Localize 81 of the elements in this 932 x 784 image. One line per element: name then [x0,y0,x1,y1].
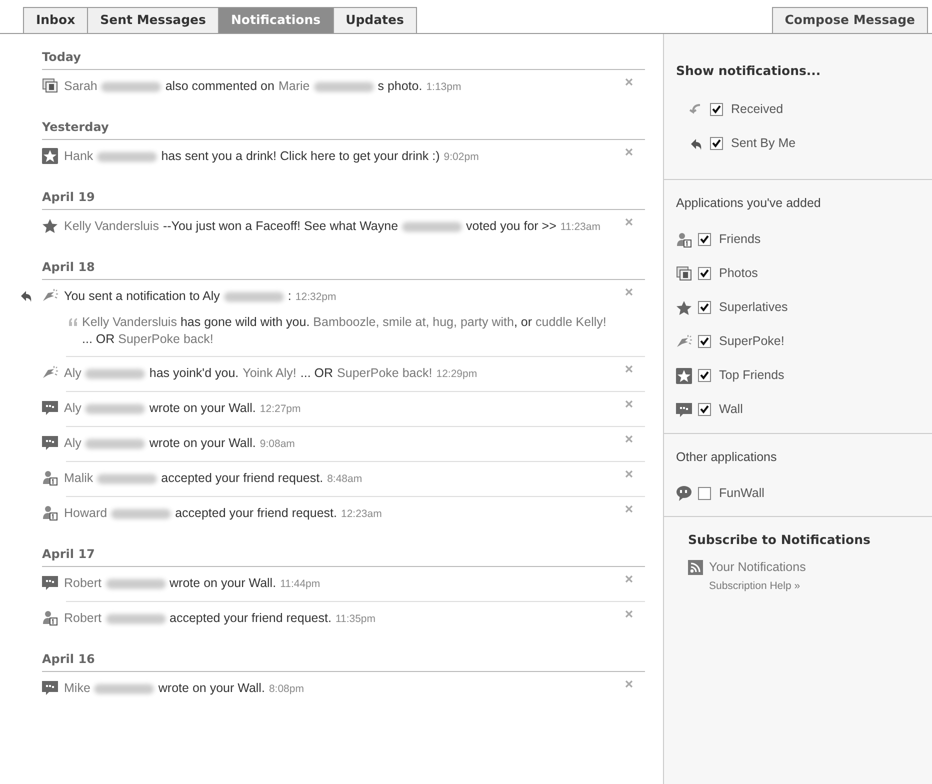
blurred-name [97,152,158,162]
blurred-name [94,684,154,694]
section-heading: Subscribe to Notifications [688,531,872,550]
speech-bubble-icon [676,485,692,502]
checkbox[interactable] [710,137,723,150]
notification-text: Aly wrote on your Wall. 9:08am [64,435,296,452]
star-icon [42,148,58,164]
filter-label: Friends [719,231,761,248]
date-heading: April 19 [42,188,645,210]
star-icon [676,368,692,384]
filter-label: Top Friends [719,367,784,384]
notification-text: Howard accepted your friend request. 12:23am [64,505,383,522]
notification-text: Kelly Vandersluis --You just won a Faceoff! See what Wayne voted you for >> 11:23am [64,218,602,235]
blurred-name [314,82,374,92]
date-heading: Today [42,48,645,70]
poke-icon [676,334,692,350]
tab[interactable]: Sent Messages [87,7,219,33]
notification-text: Malik accepted your friend request. 8:48am [64,470,364,487]
add-friend-icon [42,610,58,626]
section-heading: Show notifications... [676,62,822,80]
notification-text: Mike wrote on your Wall. 8:08pm [64,680,305,697]
help-link[interactable]: Subscription Help » [709,578,908,594]
date-heading: April 18 [42,258,645,280]
photos-icon [42,78,58,94]
add-friend-icon [676,232,692,248]
quote-text: Kelly Vandersluis has gone wild with you. Bamboozle, smile at, hug, party with, or cuddle Kelly! ... OR SuperPoke back! [82,314,608,348]
notifications-link[interactable]: Your Notifications [709,558,806,577]
checkbox[interactable] [698,403,711,416]
blurred-name [85,368,146,379]
speech-bubble-icon [42,435,58,451]
checkbox[interactable] [698,267,711,280]
blurred-name [97,474,158,484]
rss-icon [688,560,703,575]
date-heading: Yesterday [42,118,645,140]
filter-label: FunWall [719,484,764,502]
date-heading: April 17 [42,545,645,567]
tab[interactable]: Inbox [23,7,88,33]
checkbox[interactable] [698,233,711,246]
add-friend-icon [42,505,58,521]
notification-text: Sarah also commented on Marie s photo. 1:13pm [64,78,462,95]
filter-label: Received [731,101,784,118]
blurred-name [402,222,462,232]
checkbox[interactable] [710,103,723,116]
speech-bubble-icon [42,575,58,591]
star-icon [676,300,692,316]
blurred-name [85,404,146,414]
photos-icon [676,266,692,282]
checkbox[interactable] [698,301,711,314]
filter-label: Superlatives [719,299,788,316]
filter-label: Photos [719,265,758,282]
notification-text: Aly wrote on your Wall. 12:27pm [64,400,302,417]
blurred-name [106,578,166,589]
speech-bubble-icon [42,400,58,416]
notification-text: Aly has yoink'd you. Yoink Aly! ... OR SuperPoke back! 12:29pm [64,365,478,382]
notification-text: You sent a notification to Aly : 12:32pm [64,288,338,305]
notification-text: Hank has sent you a drink! Click here to get your drink :) 9:02pm [64,148,480,165]
blurred-name [85,438,146,449]
filter-label: Sent By Me [731,135,796,152]
add-friend-icon [42,470,58,486]
notification-text: Robert wrote on your Wall. 11:44pm [64,575,322,592]
poke-icon [42,365,58,381]
checkbox[interactable] [698,369,711,382]
compose-message-button[interactable]: Compose Message [772,7,928,33]
blurred-name [111,508,172,519]
blurred-name [106,614,166,624]
blurred-name [101,82,162,92]
speech-bubble-icon [42,680,58,696]
star-icon [42,218,58,234]
filter-label: SuperPoke! [719,333,784,350]
tab[interactable]: Updates [332,7,417,33]
poke-icon [42,288,58,304]
checkbox[interactable] [698,486,711,500]
section-heading: Applications you've added [676,194,822,212]
blurred-name [224,292,284,302]
date-heading: April 16 [42,650,645,672]
notification-text: Robert accepted your friend request. 11:35pm [64,610,377,627]
checkbox[interactable] [698,335,711,348]
filter-label: Wall [719,401,743,418]
section-heading: Other applications [676,448,778,466]
speech-bubble-icon [676,402,692,418]
quote-icon [68,318,78,326]
